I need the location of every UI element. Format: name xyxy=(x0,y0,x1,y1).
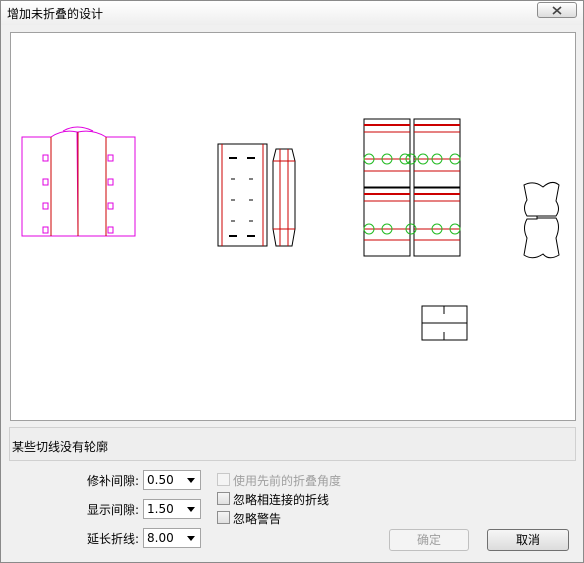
design-preview xyxy=(10,32,576,421)
patch-gap-value: 0.50 xyxy=(147,473,174,487)
ok-button[interactable]: 确定 xyxy=(389,529,469,551)
extend-fold-value: 8.00 xyxy=(147,531,174,545)
use-previous-angle-checkbox[interactable] xyxy=(217,473,230,486)
extend-fold-select[interactable]: 8.00 xyxy=(143,528,201,548)
use-previous-angle-label: 使用先前的折叠角度 xyxy=(233,474,342,488)
patch-gap-label: 修补间隙: xyxy=(86,474,139,488)
close-button[interactable] xyxy=(537,2,577,18)
display-gap-label: 显示间隙: xyxy=(86,503,139,517)
close-icon xyxy=(552,6,562,15)
window-title: 增加未折叠的设计 xyxy=(7,7,104,21)
title-bar: 增加未折叠的设计 xyxy=(1,1,583,25)
ignore-warnings-label: 忽略警告 xyxy=(233,512,282,526)
status-panel: 某些切线没有轮廓 xyxy=(9,427,576,461)
status-message: 某些切线没有轮廓 xyxy=(12,440,109,454)
display-gap-select[interactable]: 1.50 xyxy=(143,499,201,519)
ignore-warnings-checkbox[interactable] xyxy=(217,511,230,524)
chevron-down-icon xyxy=(187,507,195,512)
preview-canvas xyxy=(21,118,560,341)
extend-fold-label: 延长折线: xyxy=(86,532,139,546)
patch-gap-select[interactable]: 0.50 xyxy=(143,470,201,490)
design-small-rect xyxy=(421,305,468,341)
display-gap-value: 1.50 xyxy=(147,502,174,516)
ignore-connected-folds-checkbox[interactable] xyxy=(217,492,230,505)
dialog-window: 增加未折叠的设计 某些切线没有轮廓 修补间隙: 0.50 显示间隙: 1.50 … xyxy=(0,0,584,563)
design-grid xyxy=(363,118,461,257)
ignore-connected-folds-label: 忽略相连接的折线 xyxy=(233,493,330,507)
chevron-down-icon xyxy=(187,478,195,483)
cancel-button[interactable]: 取消 xyxy=(487,529,569,551)
design-box-tall xyxy=(217,143,296,247)
design-rounded xyxy=(523,181,560,259)
design-magenta xyxy=(21,126,136,237)
chevron-down-icon xyxy=(187,536,195,541)
